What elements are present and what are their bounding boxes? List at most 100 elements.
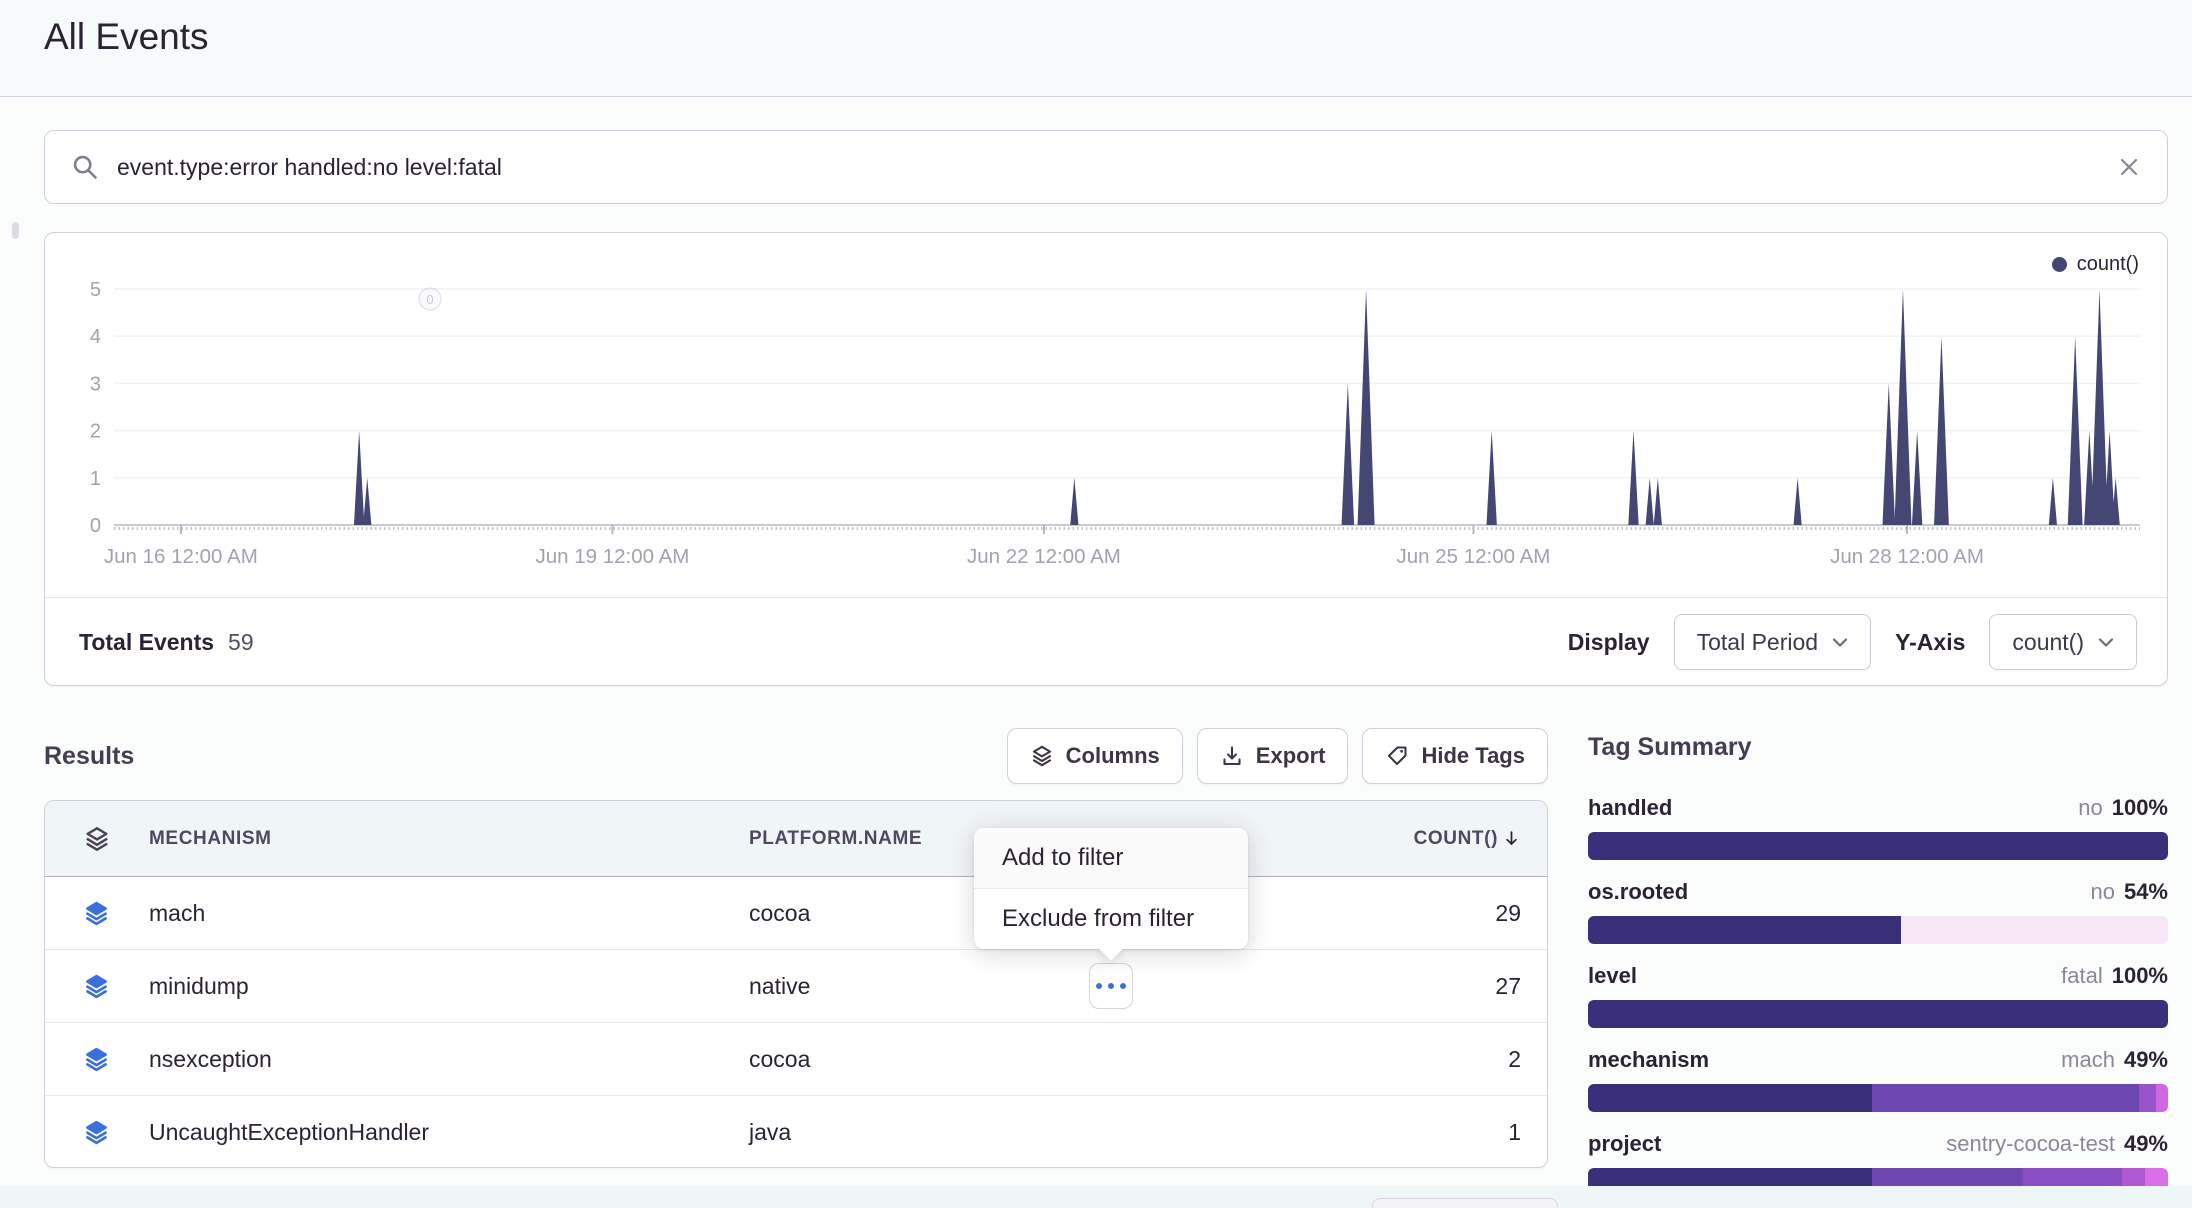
menu-item-add-to-filter[interactable]: Add to filter	[974, 828, 1248, 889]
tag-name: level	[1588, 962, 1637, 990]
display-select[interactable]: Total Period	[1674, 614, 1871, 670]
events-chart-card: 012345Jun 16 12:00 AMJun 19 12:00 AMJun …	[44, 232, 2168, 686]
cell-count[interactable]: 27	[1495, 973, 1547, 1000]
tag-percent: 49%	[2124, 1046, 2168, 1074]
cell-platform[interactable]: native	[749, 973, 1325, 1000]
svg-text:0: 0	[90, 515, 101, 537]
svg-text:Jun 25 12:00 AM: Jun 25 12:00 AM	[1397, 545, 1551, 568]
tag-bar-segment	[1901, 916, 2168, 944]
tag-top-value: fatal	[2061, 962, 2103, 990]
results-heading: Results	[44, 742, 134, 771]
tag-distribution-bar[interactable]	[1588, 916, 2168, 944]
results-table: MECHANISM PLATFORM.NAME COUNT() machcoco…	[44, 800, 1548, 1168]
chart-controls: Display Total Period Y-Axis count()	[1568, 614, 2137, 670]
tag-distribution-bar[interactable]	[1588, 832, 2168, 860]
search-input[interactable]: event.type:error handled:no level:fatal	[117, 154, 2117, 181]
results-toolbar: Columns Export Hide Tags	[1007, 728, 1548, 784]
chart-legend[interactable]: count()	[2052, 253, 2139, 276]
tag-icon	[1385, 744, 1409, 768]
svg-text:2: 2	[90, 421, 101, 443]
cell-mechanism[interactable]: minidump	[149, 973, 749, 1000]
cell-count[interactable]: 1	[1508, 1119, 1547, 1146]
export-button[interactable]: Export	[1197, 728, 1349, 784]
column-header-mechanism[interactable]: MECHANISM	[149, 828, 749, 850]
svg-text:Jun 16 12:00 AM: Jun 16 12:00 AM	[104, 545, 258, 568]
cell-mechanism[interactable]: UncaughtExceptionHandler	[149, 1119, 749, 1146]
cell-actions-button[interactable]	[1089, 963, 1133, 1009]
svg-text:3: 3	[90, 373, 101, 395]
pagination-stub[interactable]	[1372, 1198, 1558, 1208]
tag-entry: level fatal 100%	[1588, 962, 2168, 1028]
cell-count[interactable]: 2	[1508, 1046, 1547, 1073]
tag-summary: Tag Summary handled no 100% os.rootedno54% l…	[1588, 726, 2168, 1208]
tag-bar-segment	[2156, 1084, 2168, 1112]
tag-top-value: no	[2078, 794, 2102, 822]
columns-button[interactable]: Columns	[1007, 728, 1183, 784]
layers-icon	[83, 1046, 149, 1073]
search-icon	[71, 153, 99, 181]
chevron-down-icon	[2098, 637, 2114, 648]
tag-bar-segment	[1872, 1084, 2139, 1112]
columns-button-label: Columns	[1066, 743, 1160, 769]
hide-tags-button[interactable]: Hide Tags	[1362, 728, 1548, 784]
cell-mechanism[interactable]: mach	[149, 900, 749, 927]
search-bar[interactable]: event.type:error handled:no level:fatal	[44, 130, 2168, 204]
tag-bar-segment	[2139, 1084, 2156, 1112]
svg-text:0: 0	[426, 292, 433, 307]
page-bottom-strip	[0, 1186, 2192, 1208]
tag-name: project	[1588, 1130, 1661, 1158]
hide-tags-button-label: Hide Tags	[1421, 743, 1525, 769]
tag-bar-segment	[1588, 832, 2168, 860]
tag-top-value: mach	[2061, 1046, 2115, 1074]
tag-distribution-bar[interactable]	[1588, 1084, 2168, 1112]
ellipsis-icon	[1096, 983, 1102, 989]
tag-percent: 54%	[2124, 878, 2168, 906]
count-header-label: COUNT()	[1414, 828, 1498, 850]
all-events-page: All Events event.type:error handled:no l…	[0, 0, 2192, 1208]
cell-mechanism[interactable]: nsexception	[149, 1046, 749, 1073]
column-header-count[interactable]: COUNT()	[1414, 828, 1547, 850]
table-header-row: MECHANISM PLATFORM.NAME COUNT()	[45, 801, 1547, 877]
tag-percent: 49%	[2124, 1130, 2168, 1158]
close-icon	[2117, 155, 2141, 179]
legend-series-label: count()	[2077, 253, 2139, 276]
svg-text:Jun 28 12:00 AM: Jun 28 12:00 AM	[1830, 545, 1984, 568]
export-button-label: Export	[1256, 743, 1326, 769]
legend-series-dot	[2052, 257, 2067, 272]
yaxis-select-value: count()	[2012, 629, 2084, 656]
tag-distribution-bar[interactable]	[1588, 1000, 2168, 1028]
tag-name: os.rooted	[1588, 878, 1688, 906]
total-events-label: Total Events	[79, 629, 214, 656]
svg-text:1: 1	[90, 468, 101, 490]
tag-bar-segment	[1588, 1084, 1872, 1112]
search-clear-button[interactable]	[2117, 155, 2141, 179]
table-row[interactable]: UncaughtExceptionHandlerjava 1	[45, 1096, 1547, 1168]
tag-percent: 100%	[2112, 794, 2168, 822]
table-row[interactable]: nsexceptioncocoa 2	[45, 1023, 1547, 1096]
cell-count[interactable]: 29	[1495, 900, 1547, 927]
display-label: Display	[1568, 629, 1650, 656]
table-row[interactable]: machcocoa29	[45, 877, 1547, 950]
tag-bar-segment	[1588, 916, 1901, 944]
tag-name: handled	[1588, 794, 1672, 822]
tag-bar-segment	[1588, 1000, 2168, 1028]
cell-platform[interactable]: java	[749, 1119, 1325, 1146]
svg-text:Jun 22 12:00 AM: Jun 22 12:00 AM	[967, 545, 1121, 568]
menu-item-exclude-from-filter[interactable]: Exclude from filter	[974, 889, 1248, 949]
tag-entry: handled no 100%	[1588, 794, 2168, 860]
tag-percent: 100%	[2112, 962, 2168, 990]
tag-summary-heading: Tag Summary	[1588, 726, 2168, 768]
yaxis-select[interactable]: count()	[1989, 614, 2137, 670]
chevron-down-icon	[1832, 637, 1848, 648]
display-select-value: Total Period	[1697, 629, 1818, 656]
tag-entry: os.rootedno54%	[1588, 878, 2168, 944]
svg-text:4: 4	[90, 326, 101, 348]
total-events-value: 59	[228, 629, 254, 656]
cell-platform[interactable]: cocoa	[749, 1046, 1325, 1073]
layers-icon	[83, 1119, 149, 1146]
sort-desc-icon	[1502, 829, 1521, 848]
tag-name: mechanism	[1588, 1046, 1709, 1074]
tag-top-value: sentry-cocoa-test	[1946, 1130, 2115, 1158]
table-row[interactable]: minidumpnative 27	[45, 950, 1547, 1023]
panel-drag-handle[interactable]	[12, 222, 19, 239]
